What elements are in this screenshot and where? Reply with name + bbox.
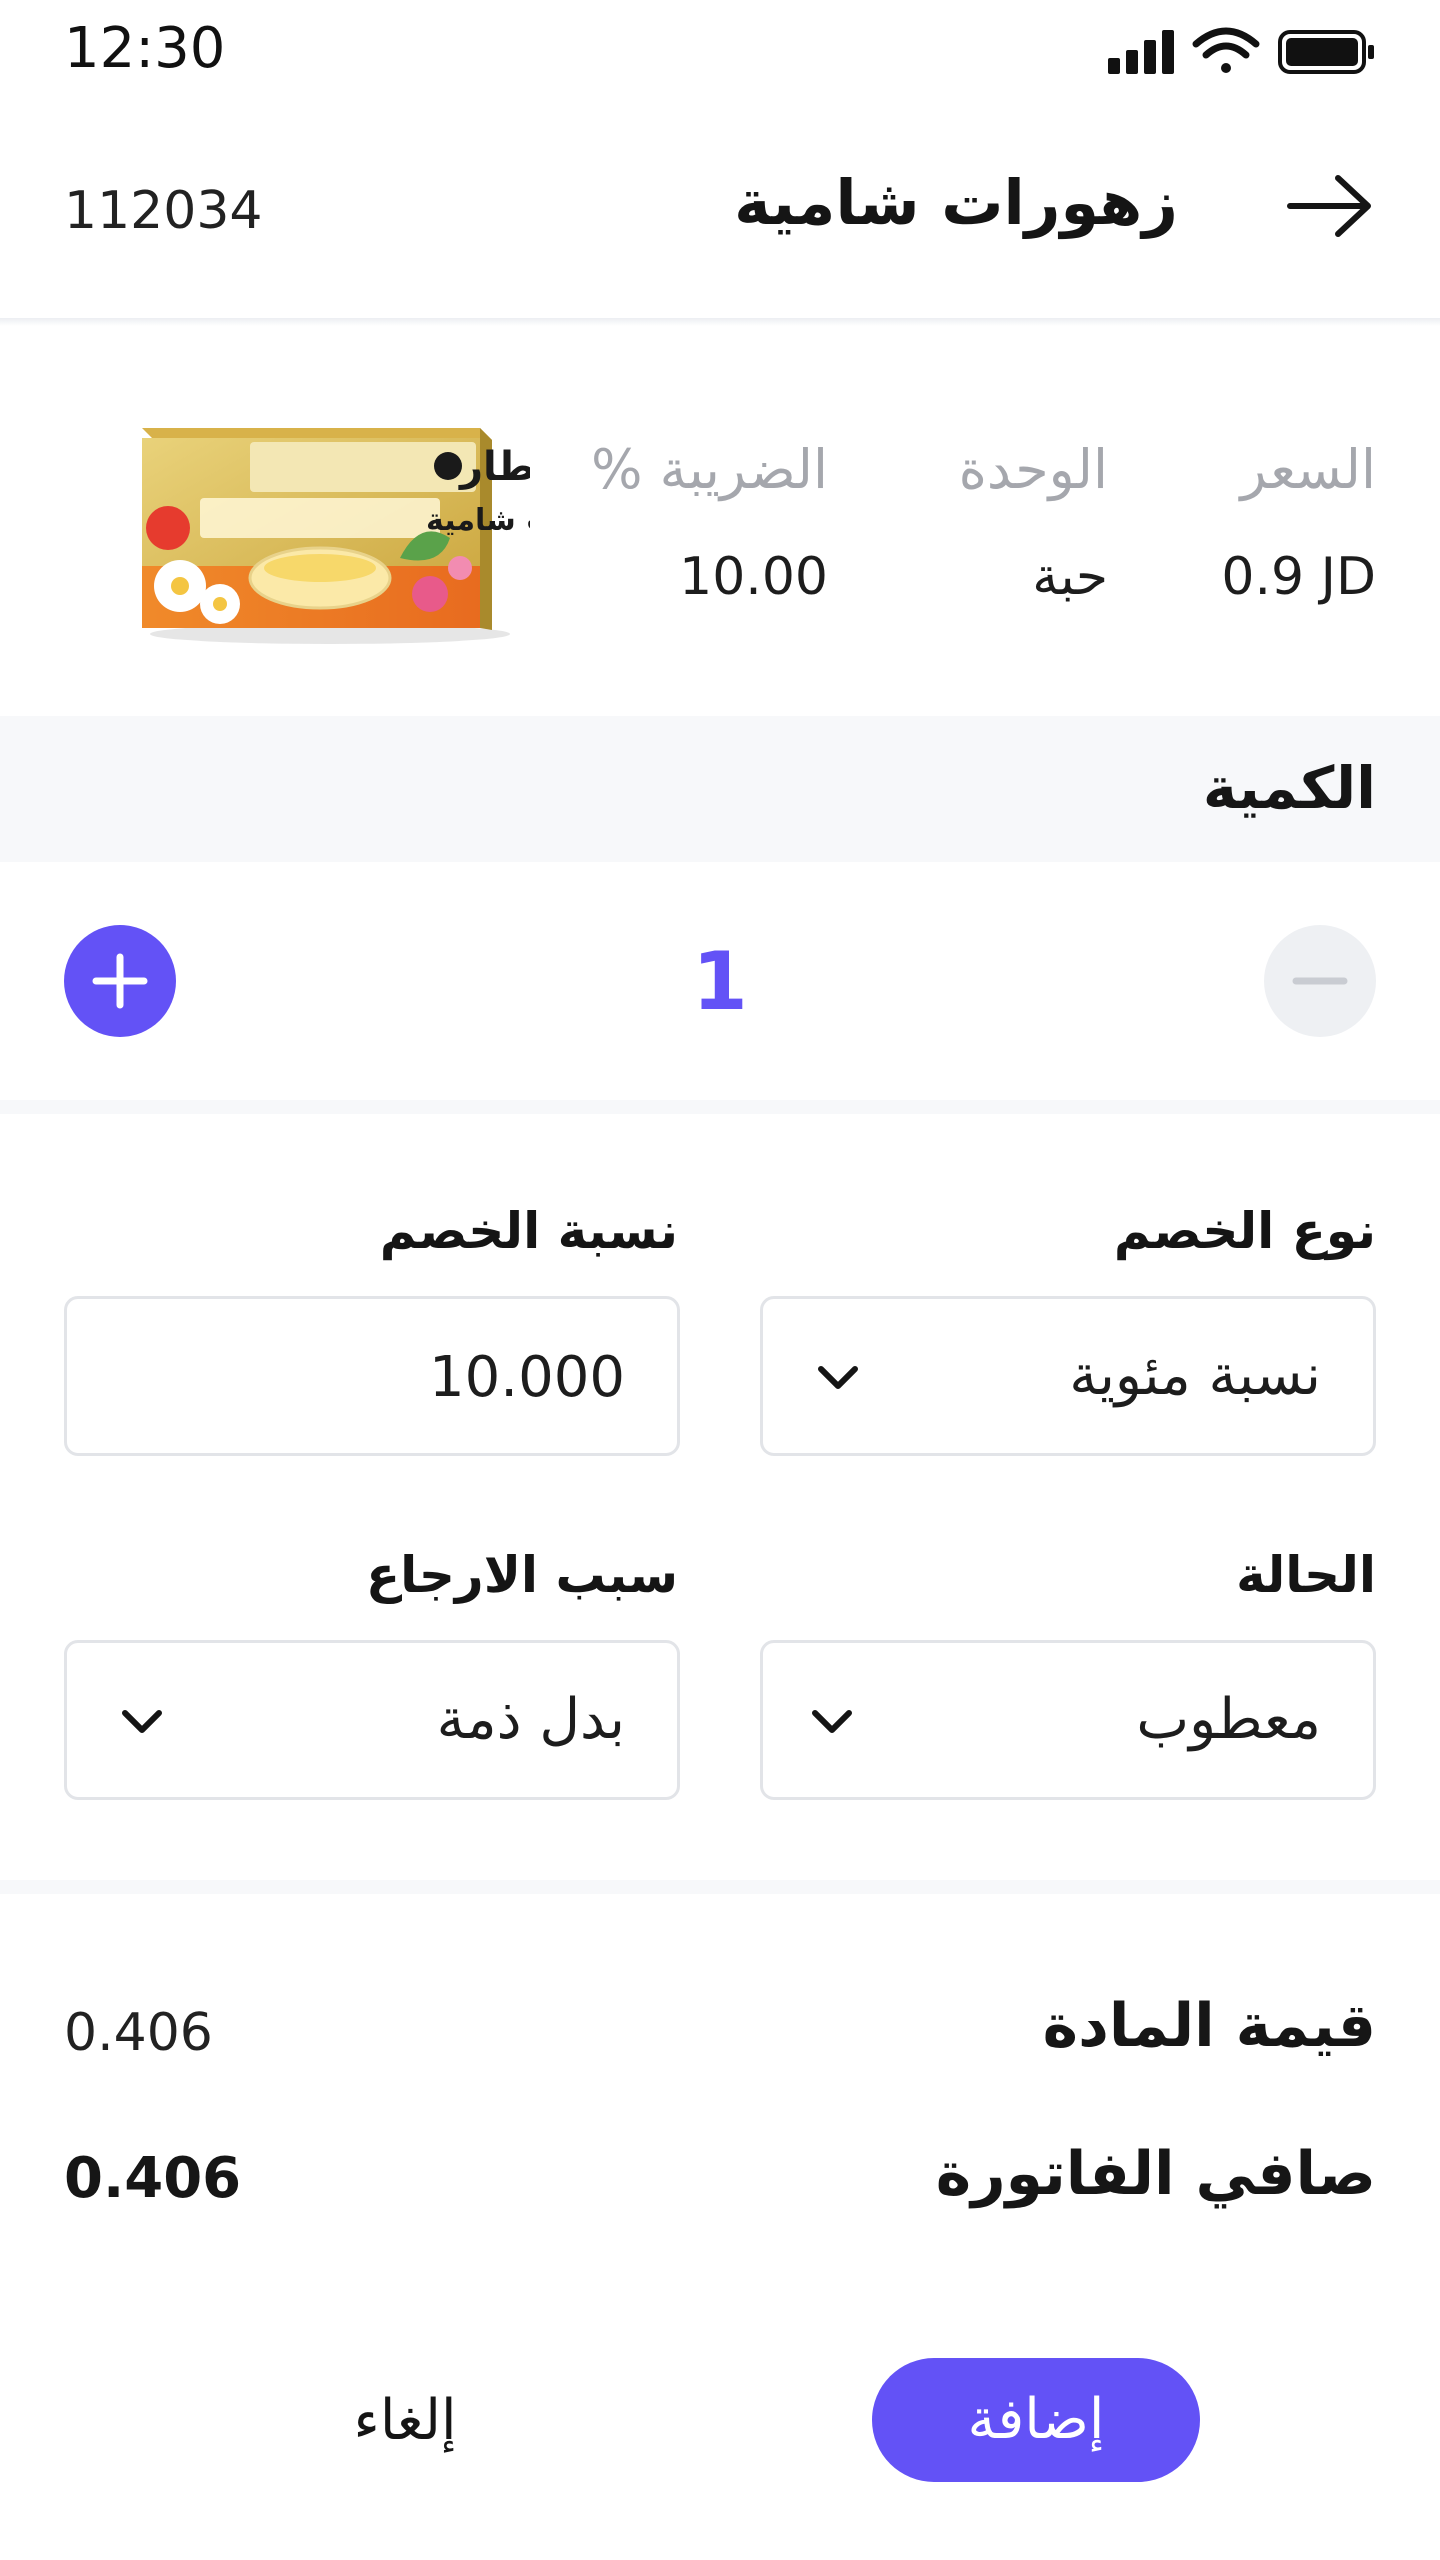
discount-rate-label: نسبة الخصم <box>379 1202 678 1260</box>
page-title: زهورات شامية <box>734 166 1178 239</box>
discount-rate-value: 10.000 <box>429 1345 625 1410</box>
wifi-icon <box>1192 27 1260 73</box>
order-code: 112034 <box>64 181 263 241</box>
product-brand-text: العطار <box>458 444 530 490</box>
increase-quantity-button[interactable] <box>64 925 176 1037</box>
tax-label: الضريبة % <box>591 438 828 501</box>
status-select[interactable]: معطوب <box>760 1640 1376 1800</box>
product-image: العطار زهورات شامية <box>130 408 641 648</box>
discount-rate-input[interactable]: 10.000 <box>64 1296 680 1456</box>
back-button[interactable] <box>1284 170 1376 242</box>
return-reason-value: بدل ذمة <box>436 1687 625 1752</box>
discount-type-select[interactable]: نسبة مئوية <box>760 1296 1376 1456</box>
section-divider <box>0 1100 1440 1114</box>
arrow-right-icon <box>1287 175 1371 237</box>
unit-label: الوحدة <box>958 438 1108 501</box>
status-time: 12:30 <box>64 16 226 81</box>
header-divider <box>0 318 1440 326</box>
product-name-text: زهورات شامية <box>426 503 530 538</box>
quantity-value: 1 <box>692 935 748 1028</box>
signal-icon <box>1108 30 1174 74</box>
minus-icon <box>1292 977 1348 985</box>
status-label: الحالة <box>1236 1546 1376 1604</box>
return-reason-select[interactable]: بدل ذمة <box>64 1640 680 1800</box>
status-value: معطوب <box>1136 1687 1321 1752</box>
net-total-label: صافي الفاتورة <box>935 2139 1376 2209</box>
chevron-down-icon <box>818 1366 858 1389</box>
section-divider <box>0 1880 1440 1894</box>
quantity-title: الكمية <box>1202 754 1376 822</box>
chevron-down-icon <box>122 1710 162 1733</box>
item-value-label: قيمة المادة <box>1042 1991 1376 2061</box>
tax-value: 10.00 <box>679 547 828 607</box>
unit-value: حبة <box>1032 547 1108 607</box>
discount-type-value: نسبة مئوية <box>1069 1343 1321 1408</box>
price-label: السعر <box>1240 438 1376 501</box>
cancel-button[interactable]: إلغاء <box>290 2376 520 2466</box>
net-total: 0.406 <box>64 2146 242 2211</box>
price-value: 0.9 JD <box>1221 547 1376 607</box>
discount-type-label: نوع الخصم <box>1113 1202 1376 1260</box>
plus-icon <box>92 953 148 1009</box>
return-reason-label: سبب الارجاع <box>365 1546 678 1604</box>
decrease-quantity-button[interactable] <box>1264 925 1376 1037</box>
add-button[interactable]: إضافة <box>872 2358 1200 2482</box>
battery-icon <box>1278 30 1374 74</box>
status-icons <box>1108 22 1378 82</box>
chevron-down-icon <box>812 1710 852 1733</box>
item-value: 0.406 <box>64 2003 213 2063</box>
